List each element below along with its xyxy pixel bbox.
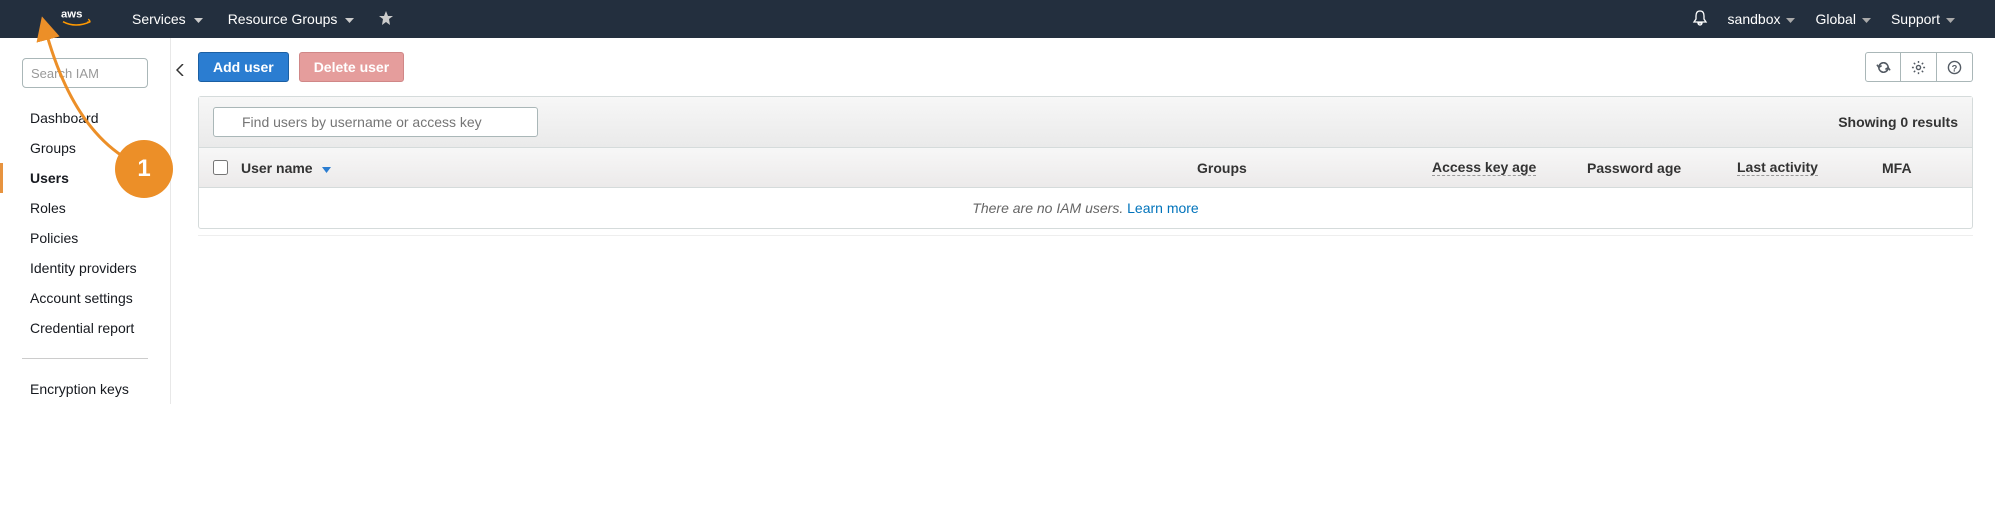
- shadow-divider: [198, 235, 1973, 236]
- chevron-left-icon: [176, 64, 184, 76]
- annotation-badge-1: 1: [115, 140, 173, 198]
- aws-logo[interactable]: aws: [60, 7, 102, 31]
- refresh-icon: [1876, 60, 1891, 75]
- filter-bar: Showing 0 results: [199, 97, 1972, 148]
- nav-support[interactable]: Support: [1891, 11, 1955, 27]
- sidebar-divider: [22, 358, 148, 359]
- collapse-sidebar-handle[interactable]: [170, 38, 188, 404]
- nav-account-label: sandbox: [1728, 11, 1781, 27]
- column-header-groups[interactable]: Groups: [1197, 160, 1432, 176]
- chevron-down-icon: [1862, 11, 1871, 27]
- column-header-mfa[interactable]: MFA: [1882, 160, 1972, 176]
- nav-services-label: Services: [132, 11, 186, 27]
- delete-user-button[interactable]: Delete user: [299, 52, 404, 82]
- search-iam-input[interactable]: [22, 58, 148, 88]
- column-header-password-age[interactable]: Password age: [1587, 160, 1737, 176]
- sidebar-item-account-settings[interactable]: Account settings: [0, 283, 170, 313]
- sidebar: Dashboard Groups Users Roles Policies Id…: [0, 38, 170, 404]
- column-header-last-activity[interactable]: Last activity: [1737, 159, 1882, 176]
- nav-account[interactable]: sandbox: [1728, 11, 1796, 27]
- gear-icon: [1911, 60, 1926, 75]
- bell-icon[interactable]: [1692, 10, 1708, 29]
- add-user-button[interactable]: Add user: [198, 52, 289, 82]
- nav-support-label: Support: [1891, 11, 1940, 27]
- chevron-down-icon: [1946, 11, 1955, 27]
- empty-state-row: There are no IAM users. Learn more: [199, 188, 1972, 228]
- sidebar-item-identity-providers[interactable]: Identity providers: [0, 253, 170, 283]
- column-header-username[interactable]: User name: [241, 160, 1197, 176]
- empty-state-text: There are no IAM users.: [972, 200, 1127, 216]
- svg-text:?: ?: [1952, 63, 1958, 73]
- top-nav: aws Services Resource Groups sandbox Glo…: [0, 0, 1995, 38]
- results-count: Showing 0 results: [1838, 114, 1958, 130]
- chevron-down-icon: [345, 11, 354, 27]
- pin-icon[interactable]: [379, 11, 393, 28]
- learn-more-link[interactable]: Learn more: [1127, 200, 1199, 216]
- help-icon: ?: [1947, 60, 1962, 75]
- sidebar-item-credential-report[interactable]: Credential report: [0, 313, 170, 343]
- sidebar-item-encryption-keys[interactable]: Encryption keys: [0, 374, 170, 404]
- table-header: User name Groups Access key age Password…: [199, 148, 1972, 188]
- select-all-checkbox[interactable]: [213, 160, 228, 175]
- column-header-access-key-age[interactable]: Access key age: [1432, 159, 1587, 176]
- sort-indicator-icon: [322, 160, 331, 176]
- refresh-button[interactable]: [1865, 52, 1901, 82]
- chevron-down-icon: [1786, 11, 1795, 27]
- users-panel: Showing 0 results User name Groups Acces…: [198, 96, 1973, 229]
- sidebar-item-dashboard[interactable]: Dashboard: [0, 103, 170, 133]
- nav-resource-groups-label: Resource Groups: [228, 11, 338, 27]
- action-bar: Add user Delete user ?: [198, 52, 1973, 82]
- find-users-input[interactable]: [213, 107, 538, 137]
- chevron-down-icon: [194, 11, 203, 27]
- nav-region-label: Global: [1815, 11, 1855, 27]
- settings-button[interactable]: [1901, 52, 1937, 82]
- help-button[interactable]: ?: [1937, 52, 1973, 82]
- nav-region[interactable]: Global: [1815, 11, 1870, 27]
- nav-services[interactable]: Services: [132, 11, 203, 27]
- nav-resource-groups[interactable]: Resource Groups: [228, 11, 355, 27]
- main-content: Add user Delete user ?: [188, 38, 1995, 404]
- svg-text:aws: aws: [61, 9, 82, 21]
- sidebar-item-policies[interactable]: Policies: [0, 223, 170, 253]
